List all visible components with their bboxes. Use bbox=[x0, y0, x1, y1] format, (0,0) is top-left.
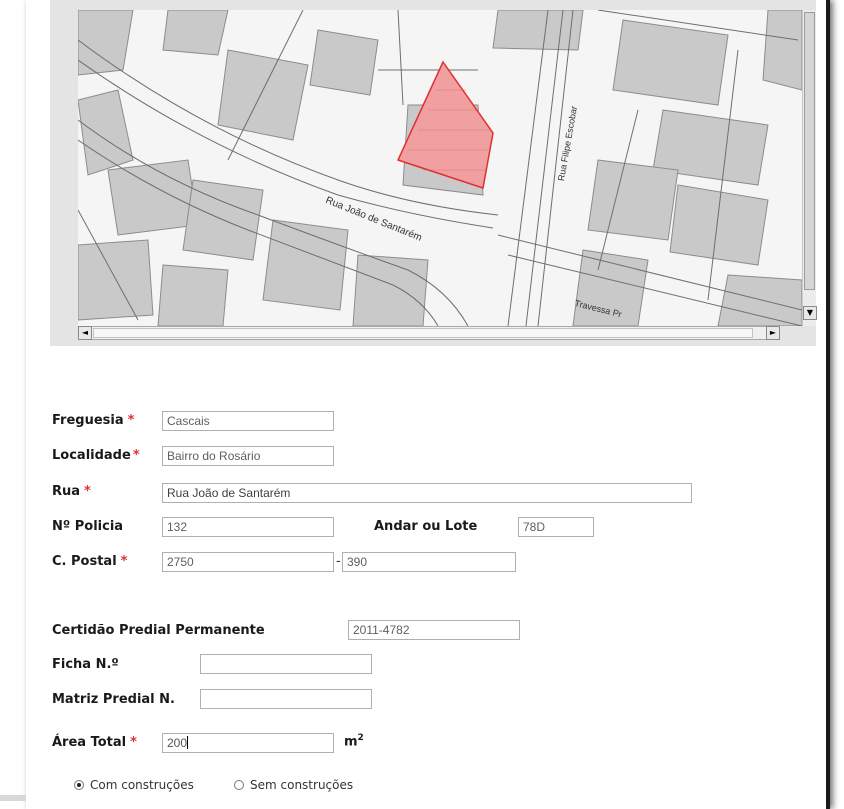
codigo-postal-label: C. Postal * bbox=[52, 554, 127, 569]
freguesia-label: Freguesia * bbox=[52, 413, 134, 428]
andar-lote-field[interactable]: 78D bbox=[518, 517, 594, 537]
sem-construcoes-label: Sem construções bbox=[250, 778, 354, 792]
scroll-left-button[interactable]: ◄ bbox=[78, 326, 92, 340]
area-unit-base: m bbox=[344, 734, 358, 750]
area-total-label-text: Área Total bbox=[52, 735, 127, 750]
text-caret bbox=[187, 736, 189, 749]
map-viewport[interactable]: Rua João de Santarém Rua Filipe Escobar … bbox=[78, 10, 802, 326]
rua-field[interactable]: Rua João de Santarém bbox=[162, 483, 692, 503]
map-panel: Rua João de Santarém Rua Filipe Escobar … bbox=[50, 0, 817, 346]
ficha-field[interactable] bbox=[200, 654, 372, 674]
area-unit: m2 bbox=[344, 733, 364, 749]
scroll-down-button[interactable]: ▼ bbox=[803, 306, 817, 320]
vertical-scroll-thumb[interactable] bbox=[804, 12, 815, 290]
andar-lote-label: Andar ou Lote bbox=[374, 519, 478, 534]
certidao-label: Certidão Predial Permanente bbox=[52, 623, 265, 638]
matriz-label: Matriz Predial N. bbox=[52, 692, 175, 707]
freguesia-field[interactable]: Cascais bbox=[162, 411, 334, 431]
sem-construcoes-option[interactable]: Sem construções bbox=[234, 778, 353, 792]
codigo-postal-suffix-field[interactable]: 390 bbox=[342, 552, 516, 572]
postal-separator: - bbox=[336, 554, 341, 569]
map-horizontal-scrollbar[interactable]: ◄ bbox=[78, 326, 778, 340]
required-marker: * bbox=[132, 448, 140, 463]
codigo-postal-field[interactable]: 2750 bbox=[162, 552, 334, 572]
area-total-value: 200 bbox=[167, 736, 188, 750]
codigo-postal-label-text: C. Postal bbox=[52, 554, 117, 569]
n-policia-field[interactable]: 132 bbox=[162, 517, 334, 537]
area-total-field[interactable]: 200 bbox=[162, 733, 334, 753]
n-policia-label: Nº Policia bbox=[52, 519, 124, 534]
required-marker: * bbox=[120, 554, 128, 569]
freguesia-label-text: Freguesia bbox=[52, 413, 124, 428]
com-construcoes-label: Com construções bbox=[90, 778, 194, 792]
localidade-label: Localidade * bbox=[52, 448, 140, 463]
com-construcoes-option[interactable]: Com construções bbox=[74, 778, 194, 792]
map-vertical-scrollbar[interactable]: ▼ bbox=[802, 10, 817, 326]
scroll-right-button[interactable]: ► bbox=[766, 326, 780, 340]
ficha-label: Ficha N.º bbox=[52, 657, 119, 672]
required-marker: * bbox=[130, 735, 137, 750]
area-total-label: Área Total * bbox=[52, 735, 137, 750]
com-construcoes-radio[interactable] bbox=[74, 780, 84, 790]
certidao-field[interactable]: 2011-4782 bbox=[348, 620, 520, 640]
localidade-label-text: Localidade bbox=[52, 448, 131, 463]
area-unit-exponent: 2 bbox=[357, 733, 364, 743]
background-strip bbox=[0, 795, 26, 801]
rua-label-text: Rua bbox=[52, 484, 81, 499]
matriz-field[interactable] bbox=[200, 689, 372, 709]
localidade-field[interactable]: Bairro do Rosário bbox=[162, 446, 334, 466]
sem-construcoes-radio[interactable] bbox=[234, 780, 244, 790]
required-marker: * bbox=[127, 413, 135, 428]
rua-label: Rua * bbox=[52, 484, 91, 499]
property-form-page: Rua João de Santarém Rua Filipe Escobar … bbox=[26, 0, 830, 809]
required-marker: * bbox=[84, 484, 91, 499]
horizontal-scroll-thumb[interactable] bbox=[93, 328, 753, 338]
